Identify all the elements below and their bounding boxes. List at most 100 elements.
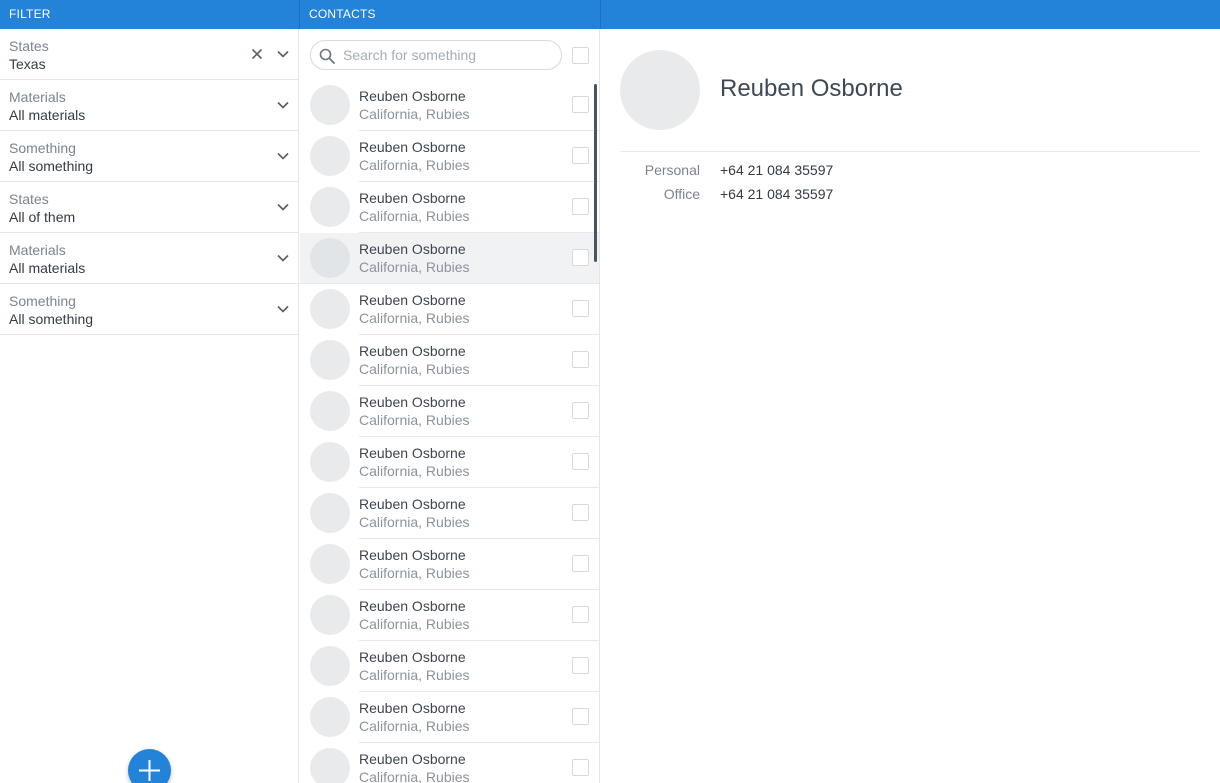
contact-row[interactable]: Reuben Osborne California, Rubies — [300, 539, 599, 590]
contact-checkbox[interactable] — [572, 198, 589, 215]
avatar — [310, 238, 350, 278]
avatar — [310, 646, 350, 686]
contact-name: Reuben Osborne — [359, 700, 466, 716]
filter-panel: States Texas Materials All materials Somethi… — [0, 29, 299, 783]
filter-dropdown[interactable]: Materials All materials — [0, 233, 299, 284]
avatar — [310, 187, 350, 227]
contact-checkbox[interactable] — [572, 606, 589, 623]
filter-value: All materials — [9, 260, 86, 276]
phone-value[interactable]: +64 21 084 35597 — [720, 162, 833, 178]
contacts-panel: Reuben Osborne California, Rubies Reuben O… — [300, 29, 600, 783]
select-all-checkbox[interactable] — [572, 47, 589, 64]
filter-label: Materials — [9, 89, 66, 105]
chevron-down-icon — [277, 152, 289, 160]
contact-row[interactable]: Reuben Osborne California, Rubies — [300, 335, 599, 386]
detail-divider — [620, 151, 1200, 152]
contact-row[interactable]: Reuben Osborne California, Rubies — [300, 641, 599, 692]
chevron-down-icon — [277, 203, 289, 211]
contact-checkbox[interactable] — [572, 351, 589, 368]
phone-row-personal: Personal +64 21 084 35597 — [620, 162, 1200, 182]
contact-subtitle: California, Rubies — [359, 463, 470, 479]
contact-subtitle: California, Rubies — [359, 565, 470, 581]
phone-value[interactable]: +64 21 084 35597 — [720, 186, 833, 202]
contact-subtitle: California, Rubies — [359, 310, 470, 326]
contact-checkbox[interactable] — [572, 504, 589, 521]
contact-checkbox[interactable] — [572, 759, 589, 776]
contact-row[interactable]: Reuben Osborne California, Rubies — [300, 386, 599, 437]
contact-subtitle: California, Rubies — [359, 718, 470, 734]
filter-section-title: FILTER — [9, 7, 51, 21]
avatar — [310, 442, 350, 482]
contact-checkbox[interactable] — [572, 453, 589, 470]
contact-checkbox[interactable] — [572, 402, 589, 419]
contact-subtitle: California, Rubies — [359, 616, 470, 632]
search-icon — [319, 48, 335, 64]
filter-value: All materials — [9, 107, 86, 123]
contact-name: Reuben Osborne — [359, 445, 466, 461]
filter-dropdown[interactable]: Something All something — [0, 284, 299, 335]
contact-name: Reuben Osborne — [359, 241, 466, 257]
plus-icon — [139, 760, 160, 781]
contact-checkbox[interactable] — [572, 657, 589, 674]
contact-row[interactable]: Reuben Osborne California, Rubies — [300, 80, 599, 131]
contact-avatar — [620, 50, 700, 130]
contact-checkbox[interactable] — [572, 147, 589, 164]
contact-name-heading: Reuben Osborne — [720, 75, 903, 102]
contact-subtitle: California, Rubies — [359, 769, 470, 783]
contact-row[interactable]: Reuben Osborne California, Rubies — [300, 131, 599, 182]
contact-name: Reuben Osborne — [359, 547, 466, 563]
contact-name: Reuben Osborne — [359, 649, 466, 665]
search-input[interactable] — [343, 45, 555, 65]
contact-row[interactable]: Reuben Osborne California, Rubies — [300, 182, 599, 233]
contact-checkbox[interactable] — [572, 555, 589, 572]
contact-checkbox[interactable] — [572, 249, 589, 266]
phone-row-office: Office +64 21 084 35597 — [620, 186, 1200, 206]
contact-row[interactable]: Reuben Osborne California, Rubies — [300, 284, 599, 335]
filter-dropdown[interactable]: States Texas — [0, 29, 299, 80]
search-field[interactable] — [310, 40, 562, 70]
contact-subtitle: California, Rubies — [359, 361, 470, 377]
avatar — [310, 595, 350, 635]
close-icon[interactable] — [251, 48, 263, 60]
contact-name: Reuben Osborne — [359, 598, 466, 614]
contact-row[interactable]: Reuben Osborne California, Rubies — [300, 692, 599, 743]
avatar — [310, 697, 350, 737]
contact-subtitle: California, Rubies — [359, 106, 470, 122]
filter-label: Something — [9, 293, 76, 309]
contact-name: Reuben Osborne — [359, 139, 466, 155]
header-divider — [600, 0, 601, 29]
avatar — [310, 391, 350, 431]
contact-row[interactable]: Reuben Osborne California, Rubies — [300, 488, 599, 539]
avatar — [310, 289, 350, 329]
avatar — [310, 493, 350, 533]
chevron-down-icon — [277, 305, 289, 313]
avatar — [310, 85, 350, 125]
contact-checkbox[interactable] — [572, 300, 589, 317]
filter-label: States — [9, 191, 49, 207]
avatar — [310, 544, 350, 584]
phone-label: Office — [663, 186, 700, 202]
avatar — [310, 340, 350, 380]
contact-detail-panel: Reuben Osborne Personal +64 21 084 35597… — [601, 29, 1220, 783]
avatar — [310, 748, 350, 783]
filter-dropdown[interactable]: Something All something — [0, 131, 299, 182]
contact-list: Reuben Osborne California, Rubies Reuben O… — [300, 80, 599, 783]
top-bar: FILTER CONTACTS — [0, 0, 1220, 29]
contact-row[interactable]: Reuben Osborne California, Rubies — [300, 590, 599, 641]
contact-subtitle: California, Rubies — [359, 259, 470, 275]
add-button[interactable] — [128, 749, 171, 783]
contact-row[interactable]: Reuben Osborne California, Rubies — [300, 233, 599, 284]
contact-name: Reuben Osborne — [359, 394, 466, 410]
filter-dropdown[interactable]: Materials All materials — [0, 80, 299, 131]
filter-value: Texas — [9, 56, 46, 72]
contact-checkbox[interactable] — [572, 96, 589, 113]
filter-label: Something — [9, 140, 76, 156]
contact-subtitle: California, Rubies — [359, 514, 470, 530]
contact-name: Reuben Osborne — [359, 496, 466, 512]
contact-row[interactable]: Reuben Osborne California, Rubies — [300, 437, 599, 488]
contacts-scrollbar[interactable] — [594, 84, 597, 262]
filter-dropdown[interactable]: States All of them — [0, 182, 299, 233]
contact-row[interactable]: Reuben Osborne California, Rubies — [300, 743, 599, 783]
contact-name: Reuben Osborne — [359, 292, 466, 308]
contact-checkbox[interactable] — [572, 708, 589, 725]
